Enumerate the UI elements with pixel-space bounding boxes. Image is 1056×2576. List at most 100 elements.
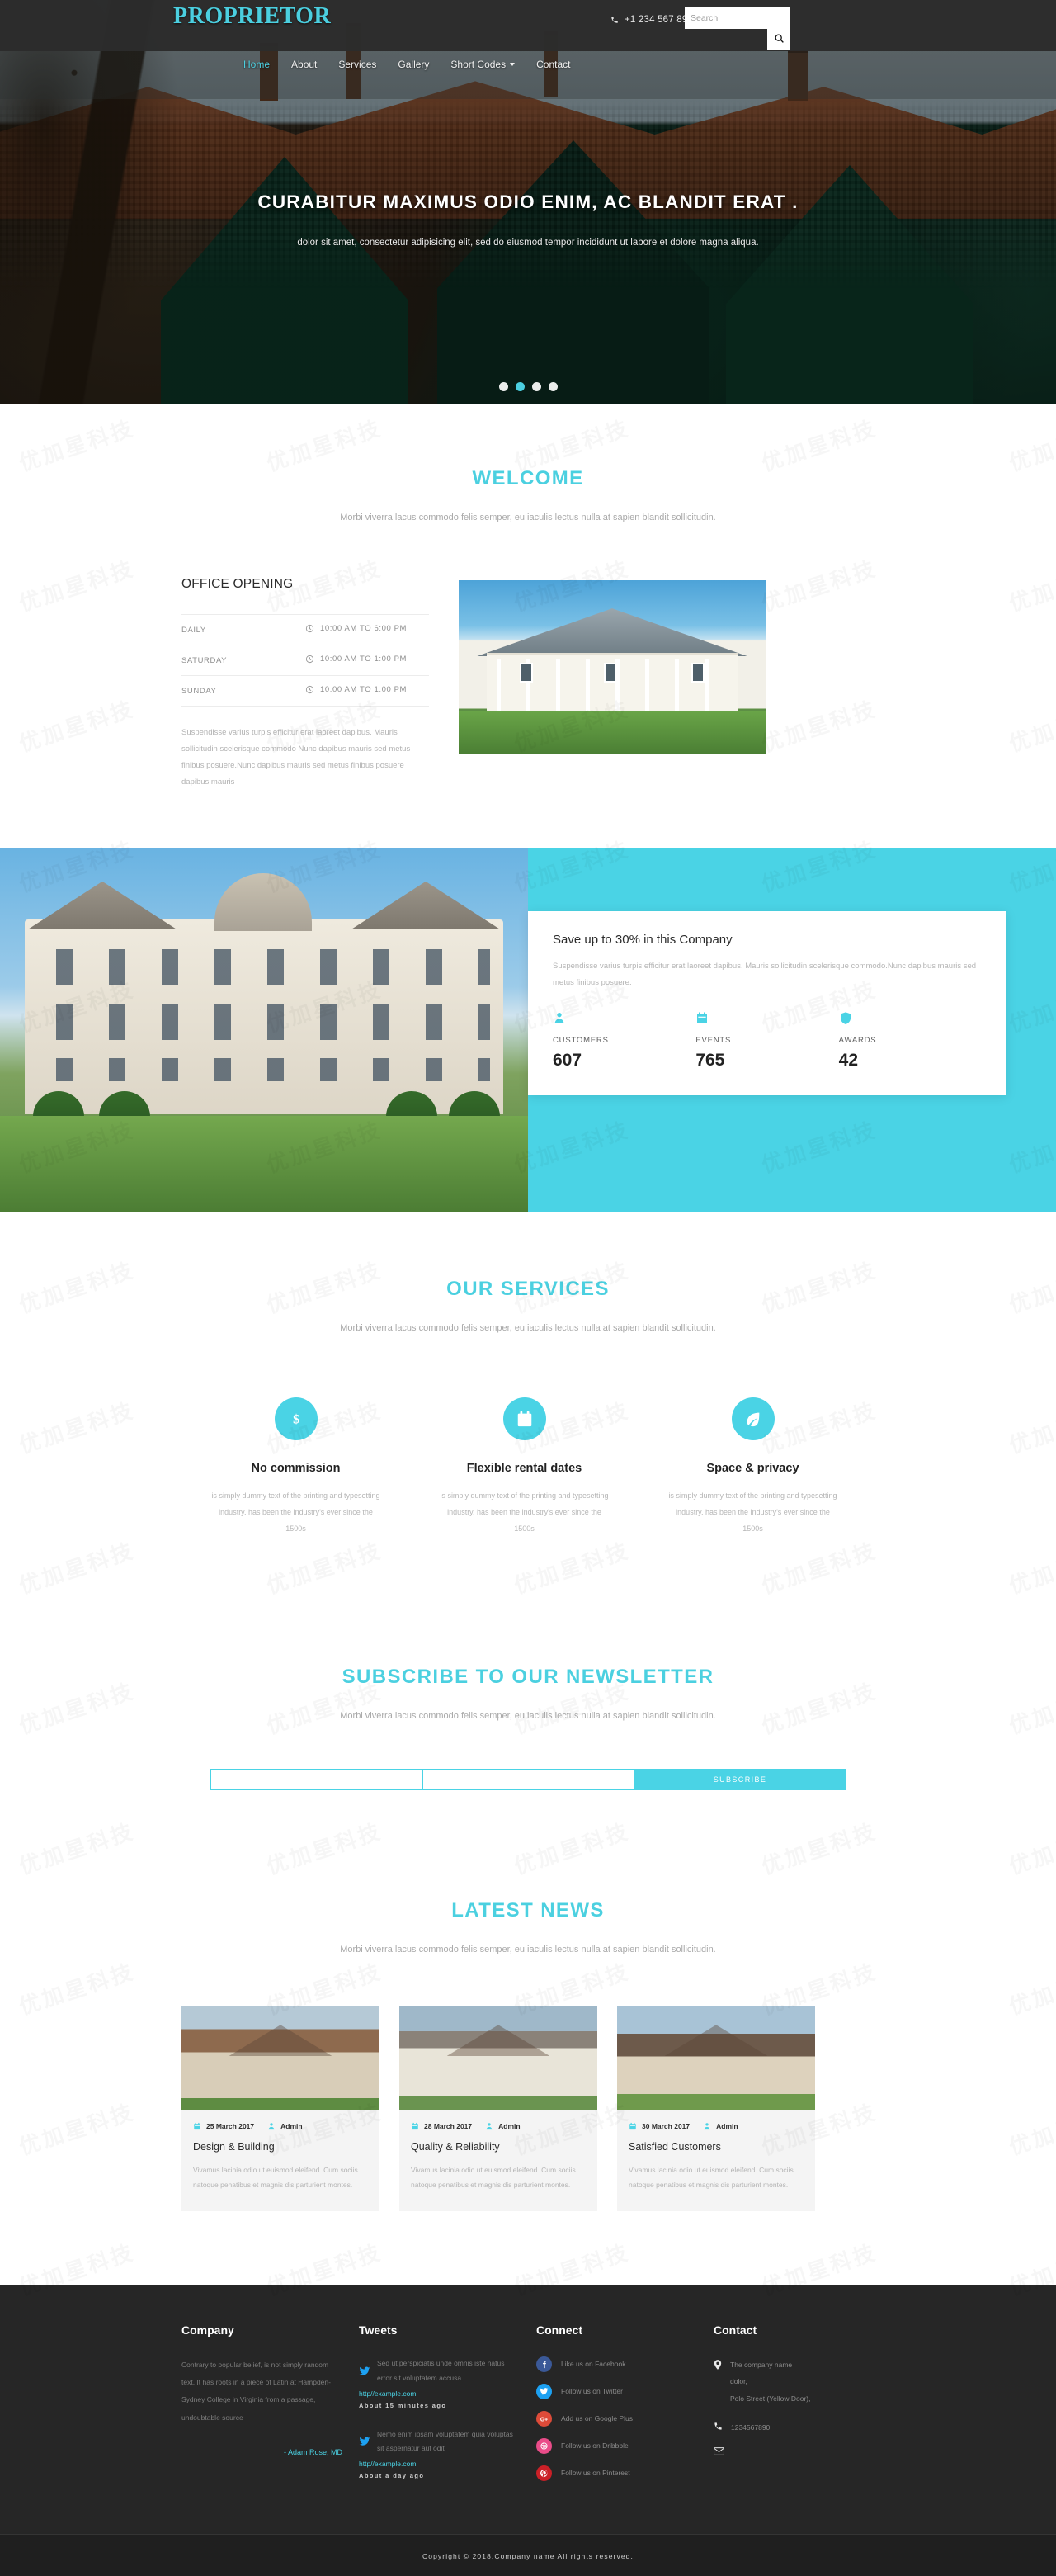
twitter-icon: [359, 2356, 370, 2386]
nav-item-short-codes[interactable]: Short Codes: [450, 59, 516, 70]
subscribe-button[interactable]: SUBSCRIBE: [634, 1769, 846, 1791]
nav-item-services[interactable]: Services: [338, 59, 376, 70]
service-text: is simply dummy text of the printing and…: [211, 1491, 380, 1533]
twitter-icon: [536, 2383, 552, 2399]
twitter-icon: [359, 2427, 370, 2457]
clock-icon: [305, 655, 314, 664]
social-link-label: Follow us on Dribbble: [561, 2441, 629, 2451]
carousel-dot-2[interactable]: [515, 382, 525, 391]
facebook-icon: [536, 2356, 552, 2372]
calendar-icon: [193, 2122, 201, 2130]
service-title: Space & privacy: [706, 1461, 799, 1475]
footer-email-row[interactable]: [714, 2447, 874, 2457]
latest-news-title: LATEST NEWS: [451, 1899, 605, 1922]
news-card-date: 25 March 2017: [193, 2122, 254, 2130]
service-item[interactable]: Space & privacy is simply dummy text of t…: [639, 1397, 867, 1537]
tweet-item: Sed ut perspiciatis unde omnis iste natu…: [359, 2356, 520, 2409]
stat-value: 765: [695, 1050, 725, 1070]
office-opening-description: Suspendisse varius turpis efficitur erat…: [182, 728, 411, 787]
news-card-title[interactable]: Design & Building: [182, 2141, 380, 2153]
social-link-twitter[interactable]: Follow us on Twitter: [536, 2383, 697, 2399]
footer-company-title: Company: [182, 2323, 234, 2337]
nav-item-label: Short Codes: [450, 59, 507, 70]
social-link-label: Follow us on Pinterest: [561, 2469, 630, 2478]
social-link-google-plus[interactable]: G+ Add us on Google Plus: [536, 2410, 697, 2427]
social-link-label: Like us on Facebook: [561, 2360, 626, 2369]
social-link-dribbble[interactable]: Follow us on Dribbble: [536, 2437, 697, 2454]
service-text: is simply dummy text of the printing and…: [668, 1491, 837, 1533]
nav-item-home[interactable]: Home: [243, 59, 270, 70]
latest-news-subtitle: Morbi viverra lacus commodo felis semper…: [340, 1945, 716, 1955]
news-card-meta: 28 March 2017 Admin: [399, 2110, 597, 2130]
service-item[interactable]: Flexible rental dates is simply dummy tex…: [410, 1397, 639, 1537]
envelope-icon: [714, 2447, 724, 2457]
promo-title: Save up to 30% in this Company: [553, 932, 733, 947]
user-icon: [553, 1011, 566, 1024]
newsletter-email-input[interactable]: [422, 1769, 634, 1791]
nav-item-gallery[interactable]: Gallery: [398, 59, 429, 70]
dribbble-icon: [536, 2437, 552, 2454]
clock-icon: [305, 624, 314, 633]
newsletter-section: SUBSCRIBE TO OUR NEWSLETTER Morbi viverr…: [0, 1616, 1056, 1856]
promo-card: Save up to 30% in this Company Suspendis…: [528, 910, 1006, 1095]
news-card[interactable]: 25 March 2017 Admin Design & Building Vivam…: [182, 2006, 380, 2211]
news-card-text: Vivamus lacinia odio ut euismod eleifend…: [193, 2165, 358, 2190]
hero-section: PROPRIETOR +1 234 567 8901 Search Home A…: [0, 0, 1056, 404]
tweet-link[interactable]: http//example.com: [359, 2389, 520, 2398]
stat-item: CUSTOMERS 607: [553, 1011, 695, 1071]
office-hours-time-label: 10:00 AM TO 1:00 PM: [320, 685, 408, 695]
service-icon-circle: [731, 1397, 775, 1440]
news-card-author-label: Admin: [498, 2121, 521, 2130]
footer-connect-title: Connect: [536, 2323, 582, 2337]
news-card[interactable]: 30 March 2017 Admin Satisfied Customers Viv…: [617, 2006, 815, 2211]
calendar-icon: [411, 2122, 419, 2130]
services-title: OUR SERVICES: [446, 1277, 610, 1300]
hero-copy: CURABITUR MAXIMUS ODIO ENIM, AC BLANDIT …: [0, 191, 1056, 253]
social-link-facebook[interactable]: Like us on Facebook: [536, 2356, 697, 2372]
copyright-bar: Copyright © 2018.Company name All rights…: [0, 2534, 1056, 2576]
carousel-dot-1[interactable]: [498, 382, 508, 391]
tweet-text: Nemo enim ipsam voluptatem quia voluptas…: [377, 2429, 513, 2453]
office-hours-day: SATURDAY: [182, 645, 305, 677]
stat-label: AWARDS: [838, 1035, 877, 1045]
twitter-icon: [540, 2387, 549, 2396]
carousel-dot-4[interactable]: [548, 382, 558, 391]
leaf-icon: [744, 1410, 762, 1428]
service-item[interactable]: $ No commission is simply dummy text of th…: [182, 1397, 410, 1537]
social-link-pinterest[interactable]: Follow us on Pinterest: [536, 2465, 697, 2481]
news-card-date-label: 28 March 2017: [424, 2121, 473, 2130]
welcome-subtitle: Morbi viverra lacus commodo felis semper…: [340, 513, 716, 522]
site-logo[interactable]: PROPRIETOR: [173, 3, 331, 30]
news-card-title[interactable]: Quality & Reliability: [399, 2141, 597, 2153]
nav-item-about[interactable]: About: [291, 59, 317, 70]
news-card-title[interactable]: Satisfied Customers: [617, 2141, 815, 2153]
office-hours-row: SATURDAY 10:00 AM TO 1:00 PM: [182, 645, 429, 677]
office-hours-day: SUNDAY: [182, 675, 305, 707]
service-icon-circle: [502, 1397, 546, 1440]
search-input[interactable]: [685, 7, 790, 29]
newsletter-title: SUBSCRIBE TO OUR NEWSLETTER: [342, 1666, 714, 1689]
pinterest-icon: [536, 2465, 552, 2481]
stat-label: EVENTS: [695, 1035, 732, 1045]
office-opening-block: OFFICE OPENING DAILY 10:00 AM TO 6:00 PM S…: [182, 577, 429, 791]
social-link-label: Add us on Google Plus: [561, 2414, 633, 2423]
tweet-link[interactable]: http//example.com: [359, 2460, 520, 2468]
office-hours-day: DAILY: [182, 614, 305, 646]
nav-item-contact[interactable]: Contact: [536, 59, 570, 70]
search-button[interactable]: [767, 29, 790, 50]
office-hours-row: DAILY 10:00 AM TO 6:00 PM: [182, 614, 429, 646]
carousel-dot-3[interactable]: [531, 382, 541, 391]
news-card-date-label: 30 March 2017: [642, 2121, 691, 2130]
promo-description: Suspendisse varius turpis efficitur erat…: [553, 961, 977, 987]
newsletter-header: SUBSCRIBE TO OUR NEWSLETTER Morbi viverr…: [0, 1666, 1056, 1726]
promo-banner-section: Save up to 30% in this Company Suspendis…: [0, 848, 1056, 1212]
news-card-text: Vivamus lacinia odio ut euismod eleifend…: [629, 2165, 794, 2190]
latest-news-section: LATEST NEWS Morbi viverra lacus commodo …: [0, 1856, 1056, 2285]
footer-tweets-column: Tweets Sed ut perspiciatis unde omnis is…: [359, 2323, 520, 2498]
news-card[interactable]: 28 March 2017 Admin Quality & Reliability V…: [399, 2006, 597, 2211]
copyright-text: Copyright © 2018.Company name All rights…: [422, 2552, 634, 2561]
newsletter-name-input[interactable]: [210, 1769, 422, 1791]
top-bar: PROPRIETOR +1 234 567 8901: [0, 0, 1056, 51]
welcome-house-photo: [459, 580, 766, 754]
social-link-label: Follow us on Twitter: [561, 2387, 623, 2396]
